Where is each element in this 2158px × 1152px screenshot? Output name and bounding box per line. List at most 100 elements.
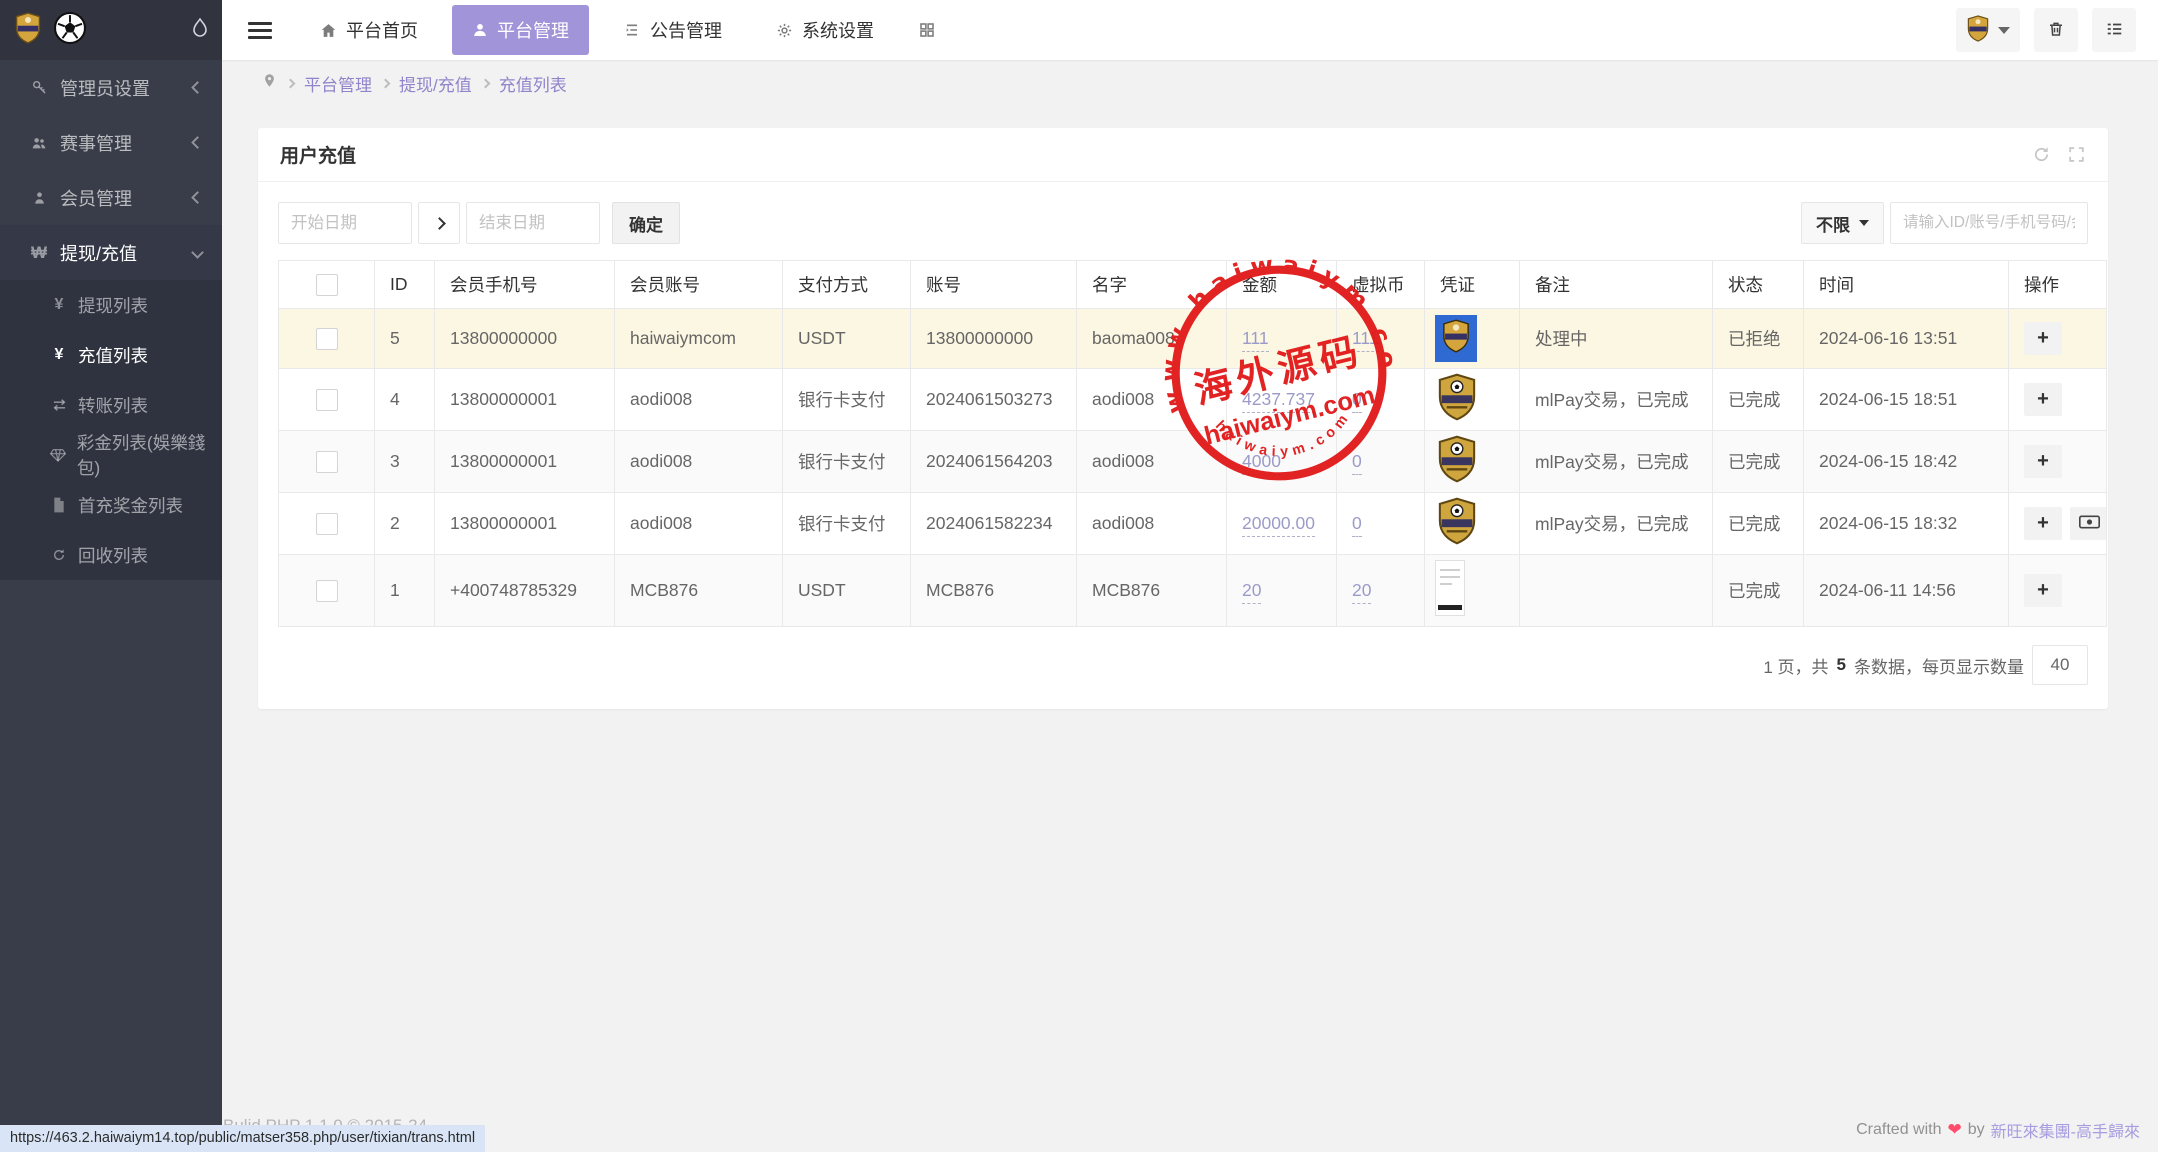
table-row: 3 13800000001 aodi008 银行卡支付 2024061564203 aod… — [278, 430, 2107, 493]
total-count: 5 — [1836, 655, 1846, 674]
column-header: 账号 — [910, 260, 1077, 309]
virtual-coin-link[interactable]: 0 — [1352, 513, 1362, 537]
top-nav: 平台首页 平台管理 公告管理 系统设置 — [300, 5, 946, 55]
sidebar-item-1[interactable]: 赛事管理 — [0, 115, 222, 170]
home-icon — [320, 22, 337, 39]
cash-action-button[interactable] — [2070, 507, 2106, 540]
cell-name: baoma008 — [1076, 308, 1227, 369]
cell-account: haiwaiymcom — [614, 308, 783, 369]
virtual-coin-link[interactable]: 0 — [1352, 389, 1362, 413]
cash-icon — [2078, 512, 2100, 535]
layout-panel-button[interactable] — [2092, 8, 2136, 52]
cell-pay-method: 银行卡支付 — [782, 492, 911, 555]
nav-item-2[interactable]: 公告管理 — [603, 5, 742, 55]
amount-link[interactable]: 20000.00 — [1242, 513, 1315, 537]
submenu-item-5[interactable]: 回收列表 — [0, 530, 222, 580]
submenu-item-4[interactable]: 首充奖金列表 — [0, 480, 222, 530]
amount-link[interactable]: 20 — [1242, 580, 1262, 604]
caret-down-icon — [1998, 26, 2010, 34]
submenu-item-1[interactable]: ¥ 充值列表 — [0, 330, 222, 380]
breadcrumb-link-0[interactable]: 平台管理 — [304, 71, 372, 96]
chevron-left-icon — [191, 81, 204, 94]
voucher-image-gold-badge[interactable] — [1435, 435, 1479, 487]
search-input[interactable] — [1890, 202, 2088, 244]
filter-row: 确定 不限 — [278, 202, 2088, 244]
amount-link[interactable]: 4237.737 — [1242, 389, 1315, 413]
select-all-checkbox[interactable] — [315, 273, 338, 296]
cell-time: 2024-06-11 14:56 — [1803, 554, 2009, 627]
droplet-icon[interactable] — [192, 16, 208, 43]
row-checkbox[interactable] — [315, 450, 338, 473]
team-icon — [24, 135, 54, 151]
page-size-input[interactable] — [2032, 645, 2088, 685]
table-body: 5 13800000000 haiwaiymcom USDT 13800000000 ba… — [278, 308, 2107, 627]
cell-name: MCB876 — [1076, 554, 1227, 627]
cell-phone: +400748785329 — [434, 554, 615, 627]
submenu-item-3[interactable]: 彩金列表(娛樂錢包) — [0, 430, 222, 480]
cell-name: aodi008 — [1076, 430, 1227, 493]
cell-id: 2 — [374, 492, 435, 555]
cell-status: 已拒绝 — [1712, 308, 1804, 369]
row-checkbox[interactable] — [315, 579, 338, 602]
row-checkbox[interactable] — [315, 512, 338, 535]
expand-row-button[interactable]: + — [2024, 507, 2062, 540]
expand-row-button[interactable]: + — [2024, 445, 2062, 478]
start-date-input[interactable] — [278, 202, 412, 244]
end-date-input[interactable] — [466, 202, 600, 244]
cell-pay-method: 银行卡支付 — [782, 368, 911, 431]
breadcrumb-link-1[interactable]: 提现/充值 — [399, 71, 472, 96]
confirm-button[interactable]: 确定 — [612, 202, 680, 244]
row-checkbox[interactable] — [315, 327, 338, 350]
nav-item-0[interactable]: 平台首页 — [300, 5, 438, 55]
cell-id: 1 — [374, 554, 435, 627]
sidebar-item-0[interactable]: 管理员设置 — [0, 60, 222, 115]
column-header: 会员账号 — [614, 260, 783, 309]
settings-icon — [776, 22, 793, 39]
row-checkbox[interactable] — [315, 388, 338, 411]
virtual-coin-link[interactable]: 111 — [1352, 328, 1379, 352]
hamburger-icon[interactable] — [248, 18, 272, 43]
virtual-coin-link[interactable]: 20 — [1352, 580, 1372, 604]
fullscreen-icon[interactable] — [2067, 145, 2086, 164]
sidebar-item-2[interactable]: 会员管理 — [0, 170, 222, 225]
sidebar-submenu: ¥ 提现列表 ¥ 充值列表 转账列表 彩金列表(娛樂錢包) 首充奖金列表 回收列表 — [0, 280, 222, 580]
page-info-2: 条数据，每页显示数量 — [1854, 657, 2024, 677]
column-header: 操作 — [2008, 260, 2107, 309]
trash-button[interactable] — [2034, 8, 2078, 52]
cell-phone: 13800000000 — [434, 308, 615, 369]
refresh-icon[interactable] — [2032, 145, 2051, 164]
breadcrumb-link-2[interactable]: 充值列表 — [499, 71, 567, 96]
submenu-item-0[interactable]: ¥ 提现列表 — [0, 280, 222, 330]
sidebar-item-3[interactable]: ₩ 提现/充值 — [0, 225, 222, 280]
amount-link[interactable]: 111 — [1242, 328, 1269, 352]
location-pin-icon — [262, 73, 277, 93]
caret-down-icon — [1859, 220, 1869, 226]
voucher-image-gold-badge[interactable] — [1435, 497, 1479, 549]
crafted-link[interactable]: 新旺來集團-高手歸來 — [1991, 1118, 2140, 1142]
voucher-image-receipt[interactable] — [1435, 560, 1465, 616]
virtual-coin-link[interactable]: 0 — [1352, 451, 1362, 475]
submenu-item-2[interactable]: 转账列表 — [0, 380, 222, 430]
cell-account: aodi008 — [614, 492, 783, 555]
main-area: 平台首页 平台管理 公告管理 系统设置 平台管理 提现/充值 充值列表 用户充值… — [222, 0, 2158, 1152]
chevron-right-icon — [480, 78, 491, 88]
expand-row-button[interactable]: + — [2024, 574, 2062, 607]
expand-row-button[interactable]: + — [2024, 383, 2062, 416]
column-header: 名字 — [1076, 260, 1227, 309]
avatar-button[interactable] — [1956, 8, 2020, 52]
cell-status: 已完成 — [1712, 554, 1804, 627]
cell-pay-account: 2024061564203 — [910, 430, 1077, 493]
cell-name: aodi008 — [1076, 368, 1227, 431]
voucher-image-gold-badge[interactable] — [1435, 373, 1479, 425]
nav-item-4[interactable] — [908, 9, 946, 51]
scope-dropdown[interactable]: 不限 — [1801, 202, 1884, 244]
cell-id: 5 — [374, 308, 435, 369]
expand-row-button[interactable]: + — [2024, 322, 2062, 355]
nav-item-3[interactable]: 系统设置 — [756, 5, 894, 55]
voucher-image-blue-badge[interactable] — [1435, 315, 1477, 362]
cell-pay-method: USDT — [782, 554, 911, 627]
date-range-arrow-button[interactable] — [418, 202, 460, 244]
nav-item-1[interactable]: 平台管理 — [452, 5, 589, 55]
amount-link[interactable]: 4000 — [1242, 451, 1281, 475]
cell-id: 3 — [374, 430, 435, 493]
